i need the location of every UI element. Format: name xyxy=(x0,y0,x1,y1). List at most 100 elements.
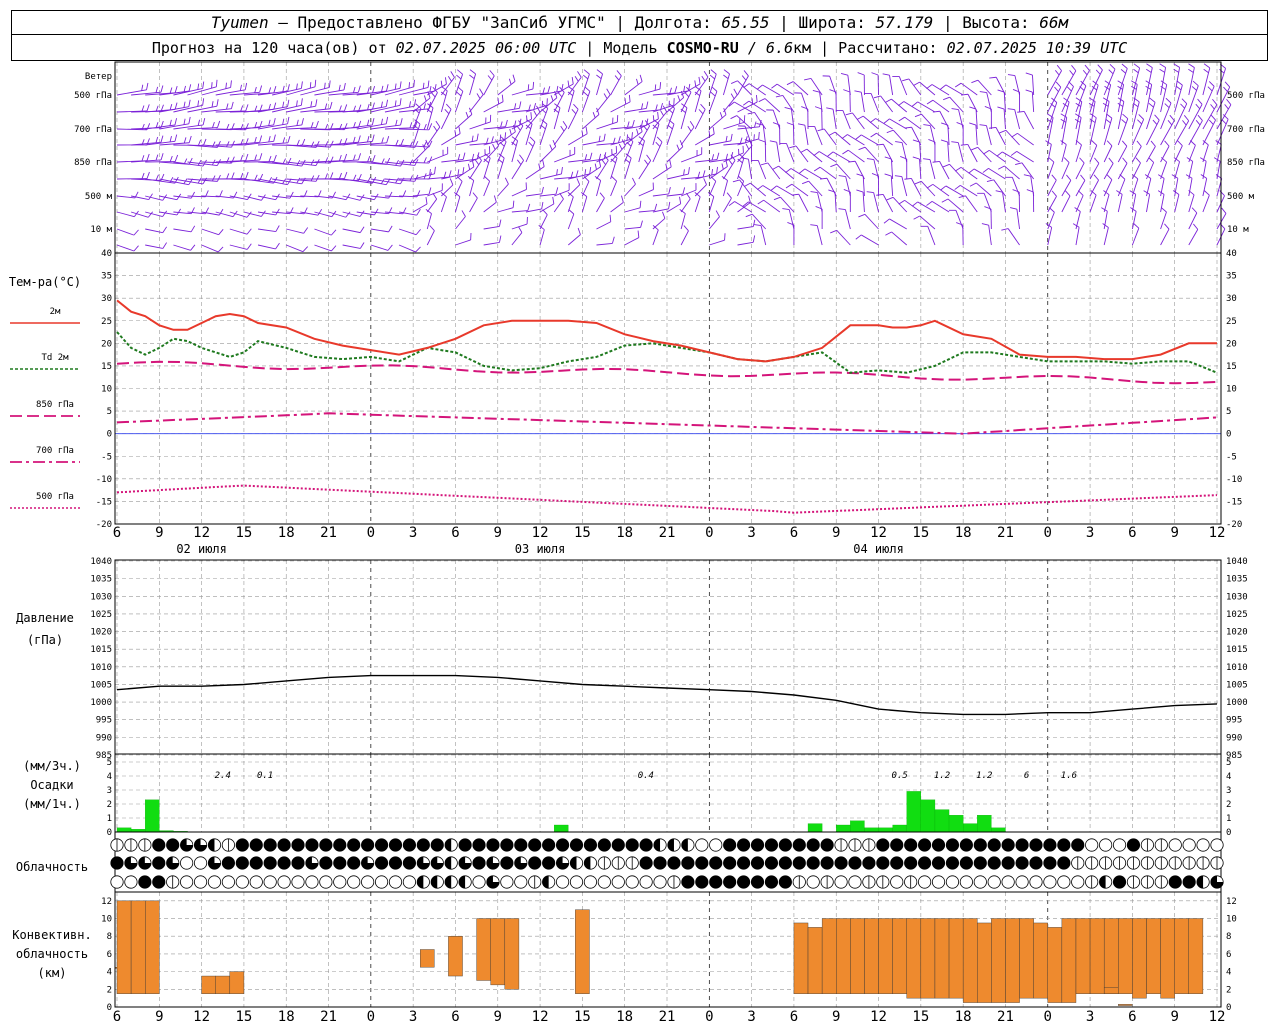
wind-barb-feather xyxy=(190,244,196,251)
cloud-cover-full xyxy=(974,838,987,852)
hour-label-bottom: 18 xyxy=(955,1009,972,1024)
wind-barb-feather xyxy=(462,152,466,160)
wind-barb-feather xyxy=(856,115,864,120)
cloud-cover-symbol xyxy=(597,875,611,889)
wind-barb-feather xyxy=(710,176,717,182)
wind-barb-shaft xyxy=(1017,132,1034,146)
wind-barb-feather xyxy=(260,210,266,217)
wind-level-label-right: 500 гПа xyxy=(1227,91,1265,101)
cloud-cover-half xyxy=(444,856,452,870)
wind-barb-feather xyxy=(202,81,205,89)
cloud-cover-symbol xyxy=(890,875,904,889)
wind-barb-feather xyxy=(624,98,627,105)
hour-label-bottom: 15 xyxy=(574,1009,591,1024)
cloud-cover-full xyxy=(1043,856,1057,870)
wind-barb-feather xyxy=(1146,68,1152,73)
wind-barb-feather xyxy=(789,145,797,149)
precip-ytick: 3 xyxy=(107,786,112,796)
wind-barb-shaft xyxy=(300,87,330,96)
conv-cloud-bar xyxy=(1118,1004,1133,1006)
wind-barb-feather xyxy=(677,95,681,102)
wind-barb-feather xyxy=(512,74,516,82)
wind-barb-feather xyxy=(231,172,235,180)
wind-barb-feather xyxy=(357,135,361,143)
cloud-cover-full xyxy=(862,856,876,870)
wind-barb-shaft xyxy=(554,153,575,163)
wind-barb-feather xyxy=(310,101,313,108)
cloud-cover-full xyxy=(570,838,583,852)
hour-label-bottom: 0 xyxy=(367,1009,375,1024)
wind-barb-feather xyxy=(1210,104,1215,110)
wind-barb-feather xyxy=(296,100,298,107)
wind-barb-feather xyxy=(560,125,565,132)
wind-barb-feather xyxy=(583,176,590,182)
wind-barb-feather xyxy=(216,99,219,107)
wind-barb-feather xyxy=(709,74,715,80)
wind-barb-shaft xyxy=(739,179,752,197)
wind-barb-shaft xyxy=(776,83,795,96)
wind-barb-shaft xyxy=(1131,211,1137,230)
wind-barb-shaft xyxy=(722,180,728,197)
wind-barb-feather xyxy=(169,155,173,162)
wind-barb-feather xyxy=(169,119,172,126)
wind-barb-feather xyxy=(631,132,633,140)
wind-barb-feather xyxy=(296,159,301,166)
wind-barb-feather xyxy=(1094,157,1100,164)
wind-barb-feather xyxy=(273,85,277,93)
cloud-cover-half xyxy=(417,875,424,889)
cloud-row xyxy=(110,838,1224,852)
wind-barb-feather xyxy=(574,75,579,82)
wind-barb-shaft xyxy=(908,78,922,96)
conv-cloud-bar xyxy=(906,918,922,999)
wind-barb-feather xyxy=(981,223,989,226)
temp-ytick-right: -5 xyxy=(1226,452,1237,462)
wind-barb-shaft xyxy=(945,185,964,197)
wind-barb-feather xyxy=(400,138,404,146)
wind-barb-feather xyxy=(772,165,779,170)
temp-ytick: 35 xyxy=(101,272,112,282)
precip-bar xyxy=(850,820,865,833)
wind-barb-shaft xyxy=(737,241,754,246)
wind-barb-feather xyxy=(239,84,242,91)
hour-label-bottom: 9 xyxy=(1170,1009,1178,1024)
wind-barb-feather xyxy=(413,99,417,107)
wind-barb-shaft xyxy=(1103,84,1112,113)
cloud-cover-half xyxy=(1099,875,1106,889)
wind-barb-shaft xyxy=(1160,211,1167,230)
wind-barb-feather xyxy=(656,136,663,143)
wind-barb-shaft xyxy=(413,193,430,197)
wind-barb-feather xyxy=(1164,140,1170,147)
cloud-cover-full xyxy=(598,838,611,852)
wind-barb-feather xyxy=(1176,80,1183,86)
wind-barb-feather xyxy=(1189,140,1196,146)
wind-barb-feather xyxy=(458,126,461,134)
cloud-cover-symbol xyxy=(514,875,528,889)
conv-ytick: 4 xyxy=(107,968,112,978)
wind-barb-feather xyxy=(592,112,596,118)
wind-barb-shaft xyxy=(553,198,564,213)
wind-barb-feather xyxy=(530,112,532,120)
wind-barb-feather xyxy=(986,179,994,183)
wind-barb-feather xyxy=(202,138,207,146)
wind-barb-shaft xyxy=(975,182,992,197)
wind-barb-shaft xyxy=(398,228,417,236)
wind-barb-feather xyxy=(912,156,920,160)
wind-barb-feather xyxy=(552,196,555,204)
hour-label: 9 xyxy=(494,525,502,541)
wind-barb-shaft xyxy=(540,193,557,197)
wind-barb-feather xyxy=(538,163,541,170)
wind-barb-shaft xyxy=(652,166,672,180)
cloud-cover-half xyxy=(444,875,452,889)
wind-barb-feather xyxy=(1066,86,1072,92)
pressure-grid xyxy=(116,560,1218,754)
wind-barb-feather xyxy=(413,79,415,87)
temp-ytick-right: 0 xyxy=(1226,430,1231,440)
wind-barb-shaft xyxy=(624,183,636,197)
wind-barb-feather xyxy=(1095,69,1101,75)
wind-barb-shaft xyxy=(525,141,536,163)
wind-barb-shaft xyxy=(960,185,978,197)
wind-barb-feather xyxy=(873,95,881,99)
wind-barb-feather xyxy=(871,72,879,76)
wind-barb-shaft xyxy=(1047,70,1062,96)
wind-barb-feather xyxy=(367,136,370,143)
